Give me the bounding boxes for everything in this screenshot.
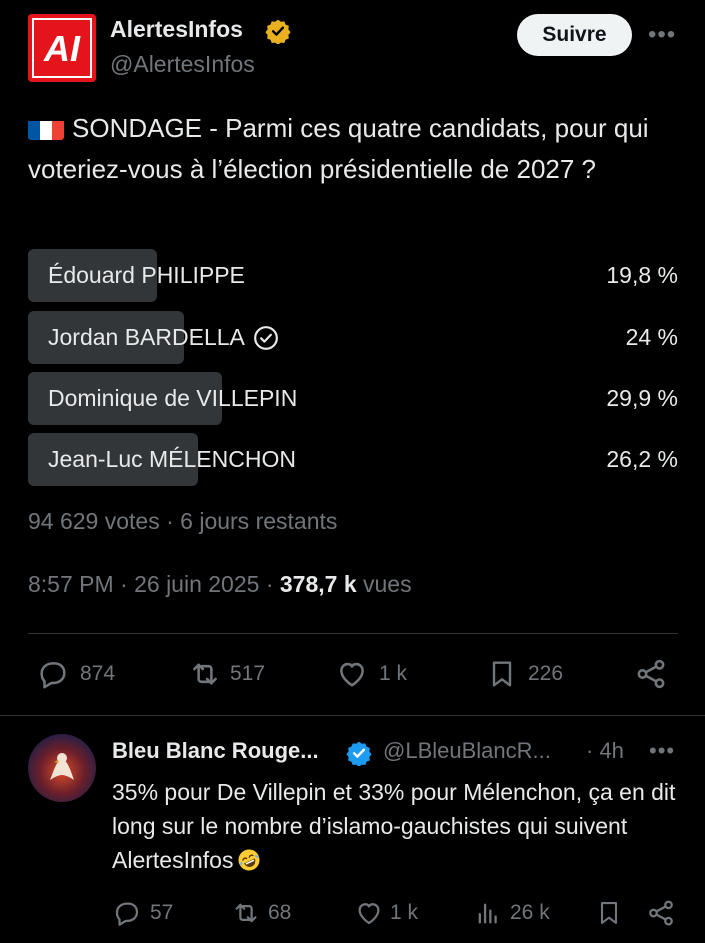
poll-option-percent: 19,8 % bbox=[606, 262, 678, 288]
bookmark-count: 226 bbox=[528, 662, 564, 685]
reply-icon bbox=[115, 902, 139, 926]
reply-body: 35% pour De Villepin et 33% pour Mélench… bbox=[112, 779, 676, 873]
bookmark-action[interactable]: 226 bbox=[486, 657, 563, 691]
france-flag-icon bbox=[28, 116, 64, 140]
repost-icon bbox=[193, 663, 217, 685]
poll-option-label: Jordan BARDELLA bbox=[48, 311, 279, 364]
like-count: 1 k bbox=[390, 901, 419, 924]
repost-count: 68 bbox=[268, 901, 292, 924]
reply-author-handle[interactable]: @LBleuBlancR... bbox=[383, 738, 551, 764]
reply-text: 35% pour De Villepin et 33% pour Mélench… bbox=[112, 775, 687, 877]
poll-option-label: Édouard PHILIPPE bbox=[48, 262, 245, 288]
views-label: vues bbox=[356, 571, 412, 597]
poll-meta: 94 629 votes · 6 jours restants bbox=[28, 508, 338, 534]
verified-gold-badge-icon bbox=[265, 19, 291, 44]
reply-avatar-image bbox=[28, 734, 96, 802]
tweet-body: SONDAGE - Parmi ces quatre candidats, po… bbox=[28, 113, 649, 184]
poll-option-label-text: Jordan BARDELLA bbox=[48, 324, 245, 350]
reply-count: 57 bbox=[150, 901, 174, 924]
repost-count: 517 bbox=[230, 662, 266, 685]
reply-reply-action[interactable]: 57 bbox=[112, 898, 173, 928]
poll-option: Dominique de VILLEPIN 29,9 % bbox=[28, 372, 678, 425]
timestamp-date[interactable]: 8:57 PM · 26 juin 2025 · bbox=[28, 571, 280, 597]
repost-action[interactable]: 517 bbox=[186, 657, 265, 691]
svg-text:AI: AI bbox=[43, 28, 81, 69]
tweet-timestamp: 8:57 PM · 26 juin 2025 · 378,7 k vues bbox=[28, 571, 412, 598]
reply-icon bbox=[40, 662, 66, 689]
poll-option-label: Dominique de VILLEPIN bbox=[48, 385, 298, 411]
reply-avatar[interactable] bbox=[28, 734, 96, 802]
divider bbox=[28, 633, 678, 634]
heart-icon bbox=[340, 662, 364, 687]
share-icon bbox=[649, 900, 673, 926]
reply-count: 874 bbox=[80, 662, 116, 685]
poll-option-percent: 29,9 % bbox=[606, 385, 678, 411]
reply-author-name[interactable]: Bleu Blanc Rouge... bbox=[112, 738, 319, 764]
alertesinfos-logo: AI bbox=[28, 14, 96, 82]
views-count: 26 k bbox=[510, 901, 550, 924]
bookmark-icon bbox=[492, 661, 512, 687]
reply-time[interactable]: · 4h bbox=[586, 738, 624, 764]
check-circle-icon bbox=[253, 325, 278, 350]
repost-icon bbox=[235, 903, 257, 923]
verified-blue-badge-icon bbox=[346, 741, 372, 766]
author-avatar[interactable]: AI bbox=[28, 14, 96, 82]
poll-option: Jordan BARDELLA 24 % bbox=[28, 311, 678, 364]
follow-button[interactable]: Suivre bbox=[517, 14, 632, 56]
divider bbox=[0, 715, 705, 716]
more-options-icon[interactable]: ••• bbox=[649, 738, 675, 764]
like-count: 1 k bbox=[379, 662, 408, 685]
heart-icon bbox=[358, 903, 380, 925]
reply-action[interactable]: 874 bbox=[36, 657, 115, 691]
poll-option: Jean-Luc MÉLENCHON 26,2 % bbox=[28, 433, 678, 486]
like-action[interactable]: 1 k bbox=[335, 657, 407, 691]
author-name[interactable]: AlertesInfos bbox=[110, 16, 243, 43]
reply-share-action[interactable] bbox=[646, 898, 676, 928]
reply-bookmark-action[interactable] bbox=[595, 898, 623, 928]
rolling-on-floor-laughing-icon bbox=[238, 849, 260, 871]
reply-like-action[interactable]: 1 k bbox=[354, 898, 418, 928]
poll-option: Édouard PHILIPPE 19,8 % bbox=[28, 249, 678, 302]
share-action[interactable] bbox=[634, 657, 668, 691]
poll-option-percent: 26,2 % bbox=[606, 446, 678, 472]
author-handle[interactable]: @AlertesInfos bbox=[110, 51, 255, 78]
reply-repost-action[interactable]: 68 bbox=[230, 898, 291, 928]
bookmark-icon bbox=[600, 902, 618, 924]
share-icon bbox=[637, 659, 665, 689]
tweet-text: SONDAGE - Parmi ces quatre candidats, po… bbox=[28, 108, 683, 190]
views-icon bbox=[478, 903, 497, 924]
reply-views-action[interactable]: 26 k bbox=[474, 898, 550, 928]
poll-option-label: Jean-Luc MÉLENCHON bbox=[48, 446, 296, 472]
views-count: 378,7 k bbox=[279, 571, 357, 597]
poll-option-percent: 24 % bbox=[625, 324, 678, 350]
more-options-icon[interactable]: ••• bbox=[648, 22, 676, 48]
